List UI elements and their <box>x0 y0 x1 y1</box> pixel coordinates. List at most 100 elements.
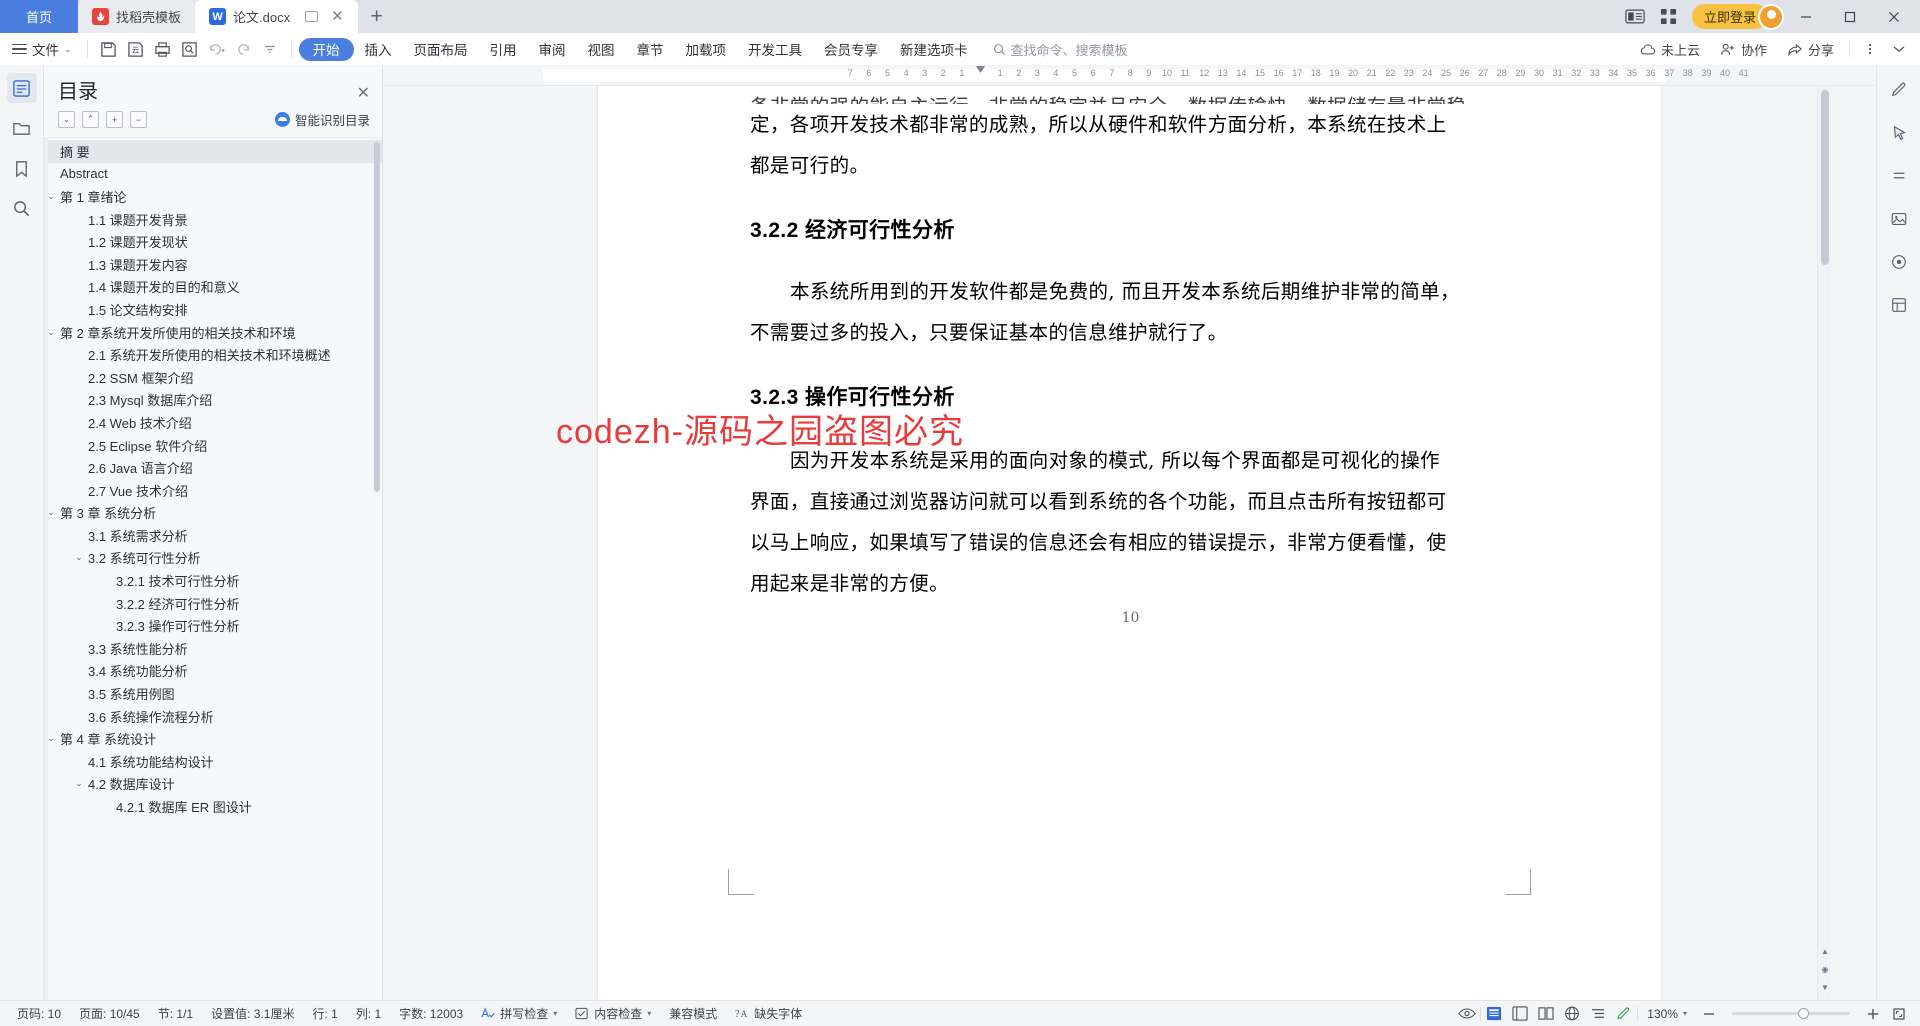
dual-page-icon[interactable] <box>1618 0 1652 33</box>
redo-icon[interactable] <box>230 37 257 61</box>
bookmark-icon[interactable] <box>7 153 37 183</box>
pen-edit-icon[interactable] <box>1884 75 1914 105</box>
toc-item[interactable]: 2.6 Java 语言介绍 <box>44 456 382 479</box>
ribbon-tab-reference[interactable]: 引用 <box>479 38 528 61</box>
toc-item[interactable]: 3.6 系统操作流程分析 <box>44 705 382 728</box>
toc-close-icon[interactable]: ✕ <box>357 86 370 102</box>
chevron-down-icon[interactable]: ⌄ <box>72 552 86 563</box>
customize-quickbar-icon[interactable] <box>257 37 284 61</box>
toc-item[interactable]: 3.3 系统性能分析 <box>44 637 382 660</box>
window-maximize-button[interactable] <box>1828 0 1872 33</box>
zoom-in-button[interactable] <box>1860 1004 1886 1024</box>
record-icon[interactable] <box>1884 247 1914 277</box>
toc-item[interactable]: 1.5 论文结构安排 <box>44 298 382 321</box>
outline-view-icon[interactable] <box>1585 1004 1611 1024</box>
toc-item[interactable]: 3.2.3 操作可行性分析 <box>44 614 382 637</box>
ribbon-tab-devtools[interactable]: 开发工具 <box>737 38 813 61</box>
login-button[interactable]: 立即登录 <box>1691 4 1768 29</box>
print-layout-icon[interactable] <box>1481 1004 1507 1024</box>
cursor-select-icon[interactable] <box>1884 118 1914 148</box>
toc-item[interactable]: 3.1 系统需求分析 <box>44 524 382 547</box>
toc-item[interactable]: 4.2.1 数据库 ER 图设计 <box>44 795 382 818</box>
zoom-slider[interactable] <box>1732 1008 1850 1019</box>
tab-home[interactable]: 首页 <box>0 0 78 33</box>
new-tab-button[interactable]: + <box>358 0 396 33</box>
reading-layout-icon[interactable] <box>1533 1004 1559 1024</box>
command-search[interactable]: 查找命令、搜索模板 <box>993 40 1128 59</box>
scroll-prev-page-button[interactable]: ▲ <box>1818 944 1832 958</box>
layout-icon[interactable] <box>1884 290 1914 320</box>
tab-close-icon[interactable]: ✕ <box>331 9 344 24</box>
print-icon[interactable] <box>149 37 176 61</box>
status-spell-check[interactable]: 拼写检查 ▾ <box>472 1005 566 1022</box>
web-layout-icon[interactable] <box>1559 1004 1585 1024</box>
toc-item[interactable]: 3.4 系统功能分析 <box>44 660 382 683</box>
paragraph-icon[interactable] <box>1884 161 1914 191</box>
save-as-icon[interactable]: 云 <box>122 37 149 61</box>
toc-item[interactable]: 1.2 课题开发现状 <box>44 230 382 253</box>
file-menu-button[interactable]: 文件 ⌄ <box>8 39 80 59</box>
more-options-icon[interactable] <box>1856 37 1883 61</box>
toc-item[interactable]: 3.2.2 经济可行性分析 <box>44 592 382 615</box>
toc-item[interactable]: ⌄ 4.2 数据库设计 <box>44 773 382 796</box>
status-compat-mode[interactable]: 兼容模式 <box>660 1005 726 1022</box>
toc-item[interactable]: 2.3 Mysql 数据库介绍 <box>44 389 382 412</box>
status-content-check[interactable]: 内容检查 ▾ <box>566 1005 660 1022</box>
chevron-down-icon[interactable]: ▾ <box>647 1009 651 1018</box>
fit-page-button[interactable] <box>1886 1004 1912 1024</box>
toc-item[interactable]: 4.1 系统功能结构设计 <box>44 750 382 773</box>
toc-item[interactable]: 1.4 课题开发的目的和意义 <box>44 276 382 299</box>
full-screen-icon[interactable] <box>1507 1004 1533 1024</box>
ribbon-tab-view[interactable]: 视图 <box>577 38 626 61</box>
zoom-slider-thumb[interactable] <box>1798 1008 1809 1019</box>
eye-icon[interactable] <box>1454 1004 1480 1024</box>
toc-expand-all-button[interactable]: + <box>106 111 123 128</box>
vertical-scrollbar-thumb[interactable] <box>1821 90 1829 265</box>
smart-toc-button[interactable]: 智能识别目录 <box>274 110 370 129</box>
ribbon-tab-section[interactable]: 章节 <box>626 38 675 61</box>
chevron-down-icon[interactable]: ⌄ <box>72 778 86 789</box>
image-icon[interactable] <box>1884 204 1914 234</box>
document-scroll-area[interactable]: 备非常的强的能自主运行，非常的稳定并且安全，数据传输快，数据储存量非常稳 定，各… <box>383 86 1876 1000</box>
annotate-icon[interactable] <box>1611 1004 1637 1024</box>
window-minimize-button[interactable] <box>1784 0 1828 33</box>
tab-docer-template[interactable]: 找稻壳模板 <box>78 0 196 33</box>
chevron-down-icon[interactable]: ▾ <box>553 1009 557 1018</box>
toc-item[interactable]: 2.5 Eclipse 软件介绍 <box>44 434 382 457</box>
toc-item[interactable]: ⌄ 第 1 章绪论 <box>44 185 382 208</box>
toc-item[interactable]: 2.7 Vue 技术介绍 <box>44 479 382 502</box>
toc-collapse-all-button[interactable]: − <box>130 111 147 128</box>
horizontal-ruler[interactable]: 7 6 5 4 3 2 1 1 2 3 4 5 6 7 8 9 10 11 12 13 14 15 16 17 18 19 20 21… <box>383 65 1876 86</box>
scroll-next-page-button[interactable]: ▼ <box>1818 980 1832 994</box>
grid-view-icon[interactable] <box>1652 0 1686 33</box>
undo-icon[interactable] <box>203 37 230 61</box>
toc-item[interactable]: ⌄ 3.2 系统可行性分析 <box>44 547 382 570</box>
print-preview-icon[interactable] <box>176 37 203 61</box>
ribbon-tab-review[interactable]: 审阅 <box>528 38 577 61</box>
toc-item[interactable]: Abstract <box>44 163 382 186</box>
toc-item[interactable]: 1.3 课题开发内容 <box>44 253 382 276</box>
window-close-button[interactable] <box>1872 0 1916 33</box>
toc-item[interactable]: 3.2.1 技术可行性分析 <box>44 569 382 592</box>
toc-scrollbar-thumb[interactable] <box>374 142 380 492</box>
status-missing-font[interactable]: ? A 缺失字体 <box>726 1005 811 1022</box>
toc-item[interactable]: 1.1 课题开发背景 <box>44 208 382 231</box>
folder-icon[interactable] <box>7 113 37 143</box>
cloud-status-button[interactable]: 未上云 <box>1631 37 1709 61</box>
status-word-count[interactable]: 字数: 12003 <box>390 1005 472 1022</box>
toc-item[interactable]: ⌄ 第 2 章系统开发所使用的相关技术和环境 <box>44 321 382 344</box>
toc-item[interactable]: ⌄ 第 4 章 系统设计 <box>44 727 382 750</box>
collaborate-button[interactable]: 协作 <box>1711 37 1776 61</box>
ribbon-tab-insert[interactable]: 插入 <box>354 38 403 61</box>
scroll-select-object-button[interactable]: ◉ <box>1818 962 1832 976</box>
vertical-scrollbar[interactable]: ▲ ▲ ◉ ▼ <box>1817 86 1831 1000</box>
ribbon-tab-addins[interactable]: 加载项 <box>675 38 738 61</box>
share-button[interactable]: 分享 <box>1778 37 1843 61</box>
toc-next-heading-button[interactable]: ⌄ <box>58 111 75 128</box>
ribbon-tab-pagelayout[interactable]: 页面布局 <box>403 38 479 61</box>
toc-list[interactable]: 摘 要 Abstract ⌄ 第 1 章绪论 1.1 课题开发背景 1.2 课题开发现状 1… <box>44 137 382 1000</box>
toc-item[interactable]: 3.5 系统用例图 <box>44 682 382 705</box>
tab-document[interactable]: W 论文.docx ✕ <box>195 0 358 33</box>
zoom-level[interactable]: 130% ▾ <box>1638 1007 1696 1021</box>
ribbon-tab-member[interactable]: 会员专享 <box>813 38 889 61</box>
